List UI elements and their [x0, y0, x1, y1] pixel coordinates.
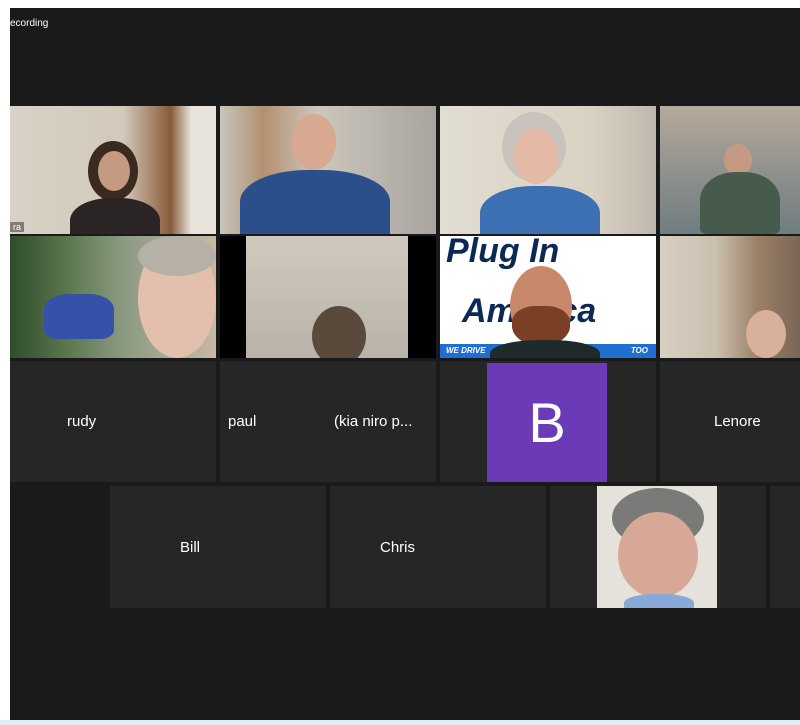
video-tile-10[interactable] — [770, 486, 800, 608]
name-tile-paul[interactable]: paul (kia niro p... — [220, 361, 436, 482]
name-tile-chris[interactable]: Chris — [330, 486, 546, 608]
video-tile-4[interactable] — [660, 106, 800, 234]
name-tile-lenore[interactable]: Lenore — [660, 361, 800, 482]
video-tile-7[interactable]: Plug In America WE DRIVE TOO — [440, 236, 656, 358]
window-bottom-edge — [0, 720, 800, 725]
recording-indicator: ecording — [10, 18, 49, 29]
participant-avatar: B — [487, 363, 607, 482]
video-tile-1[interactable]: ra — [10, 106, 216, 234]
participant-name: Chris — [380, 539, 416, 556]
video-tile-3[interactable] — [440, 106, 656, 234]
name-tile-rudy[interactable]: rudy — [10, 361, 216, 482]
participant-name: rudy — [67, 413, 97, 430]
participant-name: paul — [228, 413, 257, 430]
video-tile-6[interactable] — [220, 236, 436, 358]
video-tile-9[interactable] — [550, 486, 766, 608]
zoom-meeting-window: ecording ra Plug In America — [10, 8, 800, 720]
video-tile-2[interactable] — [220, 106, 436, 234]
participant-name: Lenore — [714, 413, 761, 430]
participant-name: ra — [10, 222, 25, 232]
name-tile-bill[interactable]: Bill — [110, 486, 326, 608]
video-tile-8[interactable] — [660, 236, 800, 358]
video-tile-5[interactable] — [10, 236, 216, 358]
participant-name: Bill — [180, 539, 201, 556]
participant-name: (kia niro p... — [334, 413, 413, 430]
